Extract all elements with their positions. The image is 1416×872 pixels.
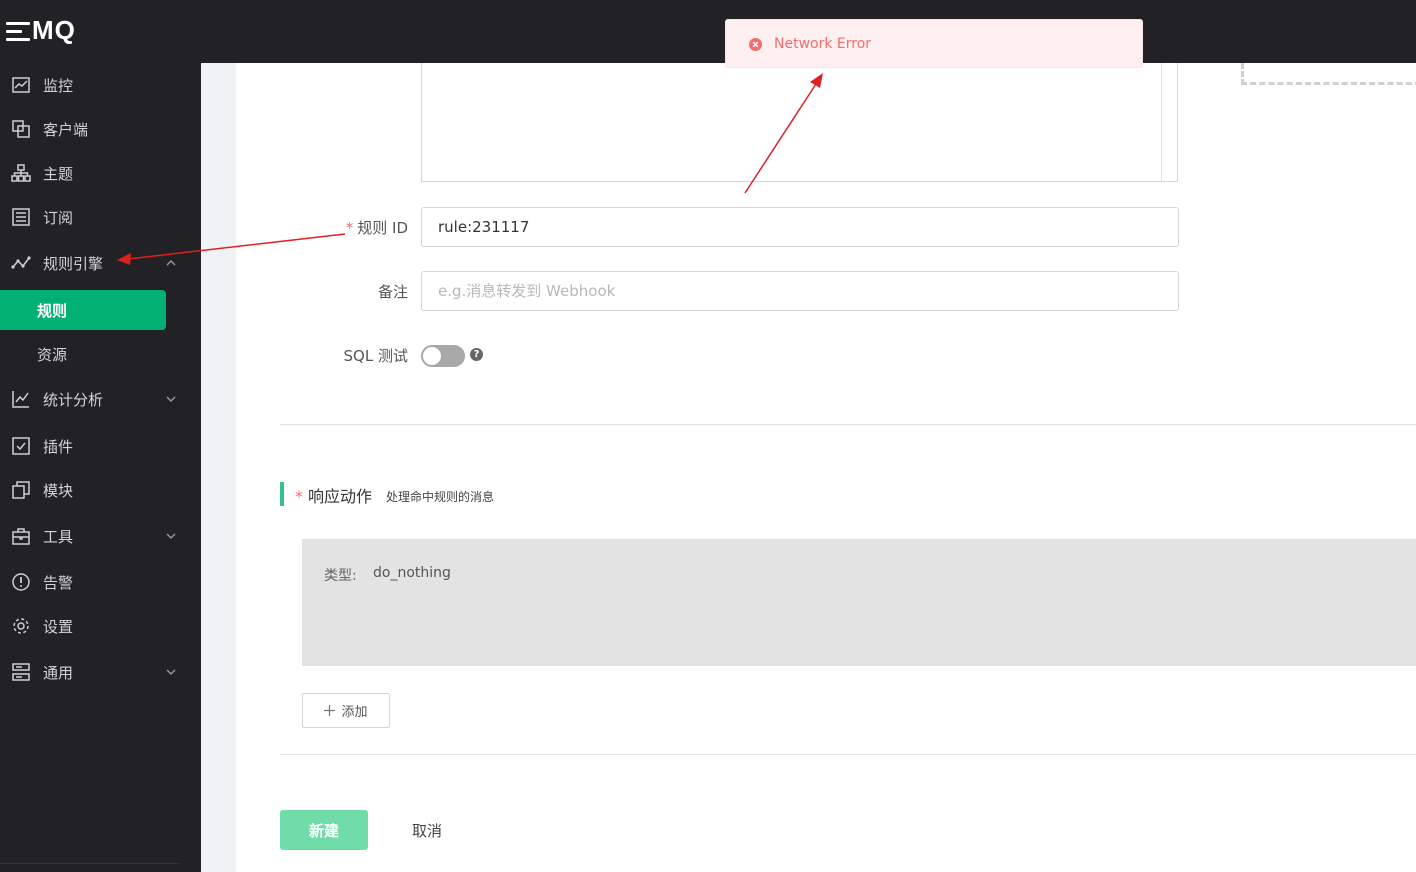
chevron-down-icon: [166, 669, 176, 675]
subscriptions-list-icon: [12, 208, 30, 226]
logo-mark-icon: [6, 21, 30, 41]
modules-icon: [12, 481, 30, 499]
sidebar-item-subscriptions[interactable]: 订阅: [0, 197, 201, 237]
sidebar-item-monitor[interactable]: 监控: [0, 65, 201, 105]
sidebar-item-topics[interactable]: 主题: [0, 153, 201, 193]
chevron-down-icon: [166, 396, 176, 402]
actions-section-subtitle: 处理命中规则的消息: [386, 490, 495, 504]
clients-icon: [12, 120, 30, 138]
sidebar-item-label: 模块: [43, 481, 74, 500]
sidebar-item-label: 设置: [43, 617, 74, 636]
action-item[interactable]: 类型: do_nothing: [302, 539, 1416, 666]
sidebar-item-label: 插件: [43, 437, 74, 456]
required-mark: *: [345, 219, 354, 237]
settings-gear-icon: [13, 618, 29, 634]
rule-id-input[interactable]: rule:231117: [421, 207, 1179, 247]
sidebar-item-label: 通用: [43, 663, 74, 682]
logo-text: MQ: [32, 14, 76, 45]
actions-section-title: * 响应动作: [295, 487, 373, 506]
emq-logo[interactable]: MQ: [6, 14, 76, 46]
rule-form-card: * 规则 ID rule:231117 备注 e.g.消息转发到 Webhook …: [236, 63, 1416, 872]
required-mark: *: [295, 487, 303, 506]
sidebar-item-label: 客户端: [43, 120, 89, 139]
sidebar-item-rule-engine[interactable]: 规则引擎: [0, 243, 201, 283]
plus-icon: [324, 705, 336, 716]
sidebar-subitem-label: 规则: [37, 301, 68, 320]
error-circle-icon: [749, 38, 762, 51]
section-accent-bar: [280, 482, 284, 506]
alarm-icon: [12, 573, 30, 591]
note-label: 备注: [377, 283, 408, 301]
action-type-value: do_nothing: [373, 565, 451, 581]
toggle-knob: [423, 347, 441, 365]
tools-toolbox-icon: [12, 528, 30, 545]
sql-test-toggle[interactable]: [421, 345, 465, 367]
cancel-button[interactable]: 取消: [406, 810, 448, 850]
sidebar-item-modules[interactable]: 模块: [0, 470, 201, 510]
top-bar: MQ: [0, 0, 1416, 63]
add-action-label: 添加: [341, 705, 368, 720]
sql-editor[interactable]: [421, 63, 1178, 182]
sidebar-subitem-resources[interactable]: 资源: [0, 334, 166, 374]
sidebar-item-label: 订阅: [43, 208, 74, 227]
sidebar-item-general[interactable]: 通用: [0, 652, 201, 692]
sidebar-item-clients[interactable]: 客户端: [0, 109, 201, 149]
sidebar-item-label: 主题: [43, 164, 74, 183]
sidebar: 监控 客户端 主题 订阅 规则引擎 规则 资源 统计分析 插件 模块 工具 告警…: [0, 63, 201, 872]
sidebar-item-label: 监控: [43, 76, 74, 95]
sidebar-item-alarms[interactable]: 告警: [0, 562, 201, 602]
main-content: * 规则 ID rule:231117 备注 e.g.消息转发到 Webhook …: [201, 63, 1416, 872]
sidebar-item-label: 告警: [43, 573, 74, 592]
chevron-up-icon: [166, 260, 176, 266]
sidebar-divider: [0, 863, 180, 864]
sidebar-item-tools[interactable]: 工具: [0, 516, 201, 556]
plugins-checkbox-icon: [12, 437, 30, 455]
section-divider: [280, 754, 1416, 755]
sidebar-subitem-rules[interactable]: 规则: [0, 290, 166, 330]
sql-test-label: SQL 测试: [343, 347, 408, 365]
rule-id-label: * 规则 ID: [345, 219, 408, 237]
sidebar-item-plugins[interactable]: 插件: [0, 426, 201, 466]
create-button[interactable]: 新建: [280, 810, 368, 850]
error-toast-message: Network Error: [774, 36, 872, 52]
sidebar-subitem-label: 资源: [37, 345, 68, 364]
general-icon: [12, 663, 30, 681]
rule-engine-icon: [11, 256, 31, 269]
help-question-icon[interactable]: ?: [470, 348, 483, 361]
section-divider: [280, 424, 1416, 425]
note-input[interactable]: e.g.消息转发到 Webhook: [421, 271, 1179, 311]
dashed-drop-area: [1241, 63, 1416, 85]
sidebar-item-settings[interactable]: 设置: [0, 606, 201, 646]
chevron-down-icon: [166, 533, 176, 539]
analytics-icon: [12, 391, 29, 408]
add-action-button[interactable]: 添加: [302, 693, 390, 728]
topics-tree-icon: [11, 164, 31, 182]
action-type-label: 类型:: [324, 568, 357, 584]
sidebar-item-label: 统计分析: [43, 390, 104, 409]
sidebar-item-label: 工具: [43, 527, 74, 546]
sidebar-item-label: 规则引擎: [43, 254, 104, 273]
monitor-chart-icon: [12, 77, 30, 93]
editor-scrollbar[interactable]: [1161, 63, 1162, 181]
sidebar-item-analytics[interactable]: 统计分析: [0, 379, 201, 419]
error-toast: Network Error: [725, 19, 1143, 68]
